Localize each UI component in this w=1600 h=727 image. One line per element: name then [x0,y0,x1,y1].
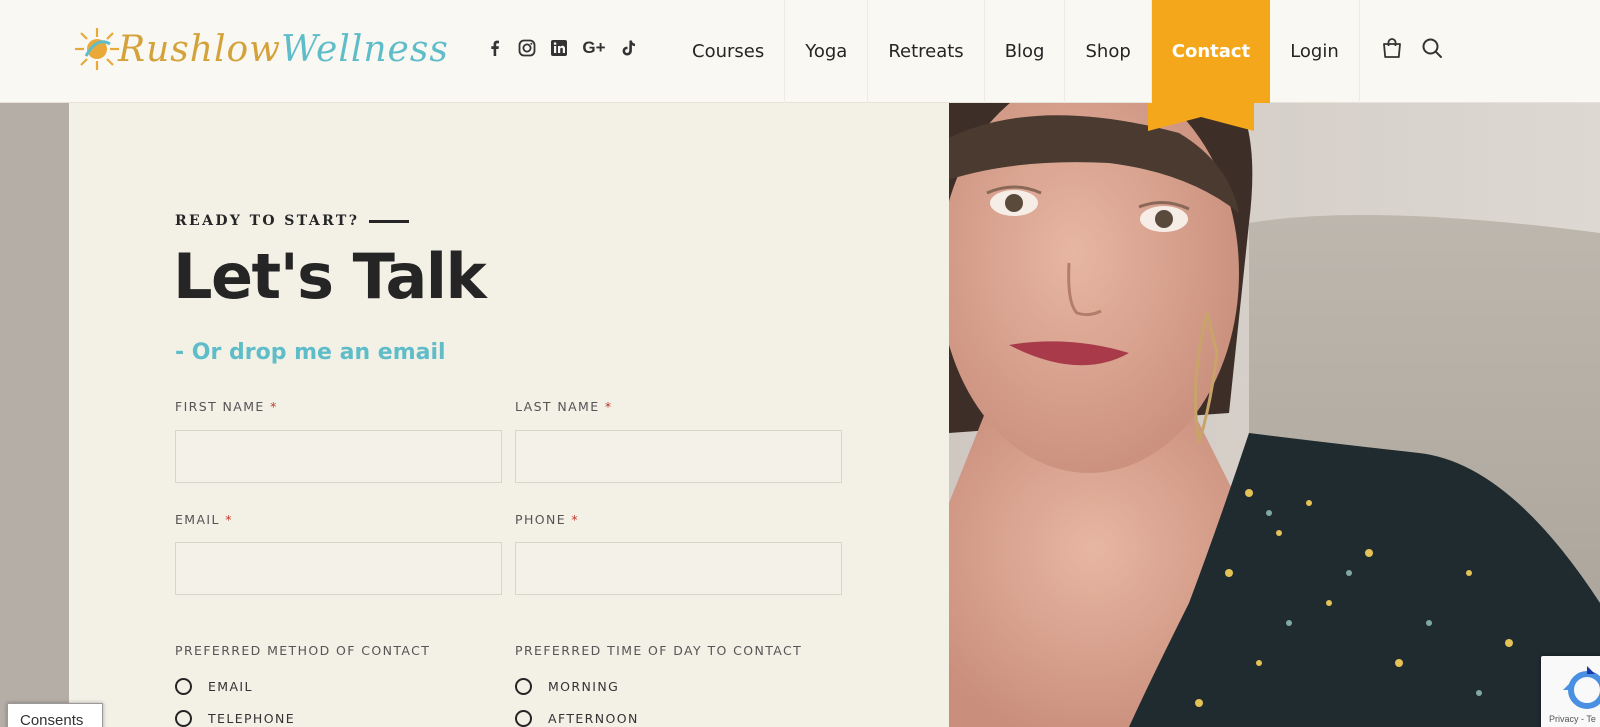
required-marker: * [571,512,580,527]
radio-method-email[interactable]: EMAIL [175,678,253,695]
phone-label: PHONE * [515,512,579,527]
radio-label: TELEPHONE [208,711,296,726]
last-name-input[interactable] [515,430,842,483]
nav-item-login[interactable]: Login [1270,0,1360,103]
shopping-bag-icon[interactable] [1380,36,1404,60]
contact-panel [69,103,949,727]
first-name-input[interactable] [175,430,502,483]
preferred-time-label: PREFERRED TIME OF DAY TO CONTACT [515,643,803,658]
radio-time-afternoon[interactable]: AFTERNOON [515,710,639,727]
radio-circle [515,678,532,695]
nav-item-courses[interactable]: Courses [672,0,786,103]
sun-logo-icon [75,28,119,70]
portrait-photo [949,103,1600,727]
nav-item-shop[interactable]: Shop [1065,0,1152,103]
linkedin-icon[interactable] [548,37,570,59]
required-marker: * [225,512,233,527]
portrait-illustration [949,103,1600,727]
facebook-icon[interactable] [484,37,506,59]
radio-label: EMAIL [208,679,253,694]
last-name-label-text: LAST NAME [515,399,600,414]
google-plus-icon[interactable]: G+ [580,37,608,59]
email-link[interactable]: - Or drop me an email [175,340,446,365]
social-links: G+ [484,37,640,59]
instagram-icon[interactable] [516,37,538,59]
email-label-text: EMAIL [175,512,220,527]
logo-text: RushlowWellness [118,28,449,72]
eyebrow-text: READY TO START? [175,213,360,229]
header-actions [1380,36,1444,60]
email-label: EMAIL * [175,512,233,527]
radio-circle [175,678,192,695]
required-marker: * [270,399,278,414]
required-marker: * [604,399,613,414]
radio-method-telephone[interactable]: TELEPHONE [175,710,295,727]
last-name-label: LAST NAME * [515,399,613,414]
radio-label: MORNING [548,679,620,694]
radio-label: AFTERNOON [548,711,639,726]
first-name-label: FIRST NAME * [175,399,278,414]
recaptcha-badge[interactable]: Privacy - Te [1541,656,1600,727]
radio-time-morning[interactable]: MORNING [515,678,619,695]
radio-circle [515,710,532,727]
consents-button[interactable]: Consents [7,703,103,727]
active-nav-ribbon [1148,103,1254,131]
page-title: Let's Talk [173,240,487,313]
email-input[interactable] [175,542,502,595]
phone-label-text: PHONE [515,512,567,527]
nav-item-contact[interactable]: Contact [1151,0,1271,103]
main-nav: Courses Yoga Retreats Blog Shop Contact … [672,0,1360,103]
preferred-method-label: PREFERRED METHOD OF CONTACT [175,643,431,658]
section-eyebrow: READY TO START? [175,213,410,229]
logo-text-part1: Rushlow [118,29,281,70]
logo-text-part2: Wellness [280,29,449,70]
nav-item-yoga[interactable]: Yoga [785,0,869,103]
site-logo[interactable]: RushlowWellness [72,24,452,76]
recaptcha-icon [1563,666,1600,709]
recaptcha-text: Privacy - Te [1549,714,1596,724]
first-name-label-text: FIRST NAME [175,399,265,414]
phone-input[interactable] [515,542,842,595]
nav-item-retreats[interactable]: Retreats [868,0,985,103]
search-icon[interactable] [1420,36,1444,60]
site-header: RushlowWellness G+ Courses Yoga Retreats… [0,0,1600,103]
radio-circle [175,710,192,727]
tiktok-icon[interactable] [618,37,640,59]
eyebrow-divider [369,219,410,223]
nav-item-blog[interactable]: Blog [985,0,1066,103]
